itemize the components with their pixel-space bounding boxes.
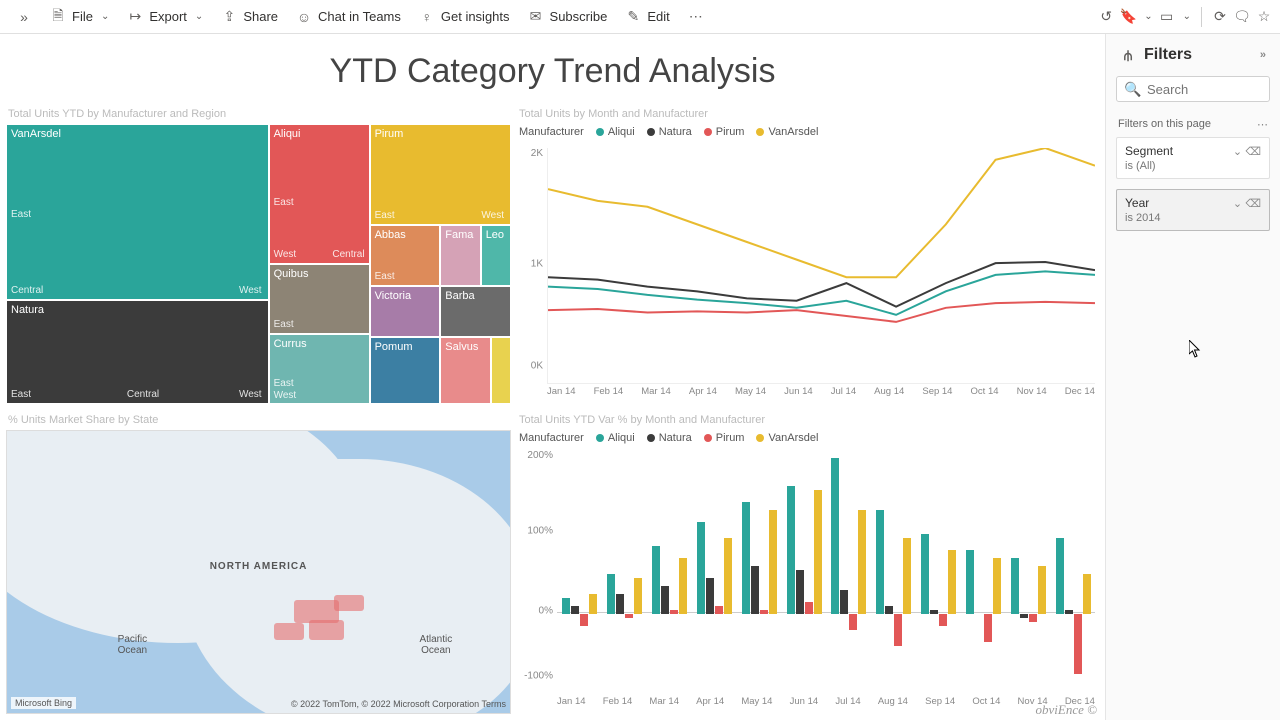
tm-barba[interactable]: Barba [440,286,511,336]
tm-vanarsdel[interactable]: VanArsdel East Central West [6,124,269,300]
filters-section-label: Filters on this page [1118,118,1211,131]
visual-title: Total Units YTD Var % by Month and Manuf… [517,410,1099,430]
report-canvas: YTD Category Trend Analysis Total Units … [0,34,1105,720]
report-title: YTD Category Trend Analysis [0,34,1105,97]
share-icon: ⇪ [221,9,237,25]
tm-currus[interactable]: Currus East West [269,334,370,404]
chevron-right-icon: » [16,9,32,25]
view-icon[interactable]: ▭ [1159,9,1175,25]
filter-card-segment[interactable]: Segment ⌄ ⌫ is (All) [1116,137,1270,179]
teams-icon: ☺ [296,9,312,25]
file-icon: 🗎 [50,9,66,25]
tm-salvus[interactable]: Salvus [440,337,491,404]
mail-icon: ✉ [528,9,544,25]
tm-abbas[interactable]: Abbas East [370,225,441,287]
ellipsis-icon[interactable]: ⋯ [1257,118,1268,131]
continent-label: NORTH AMERICA [210,561,308,572]
tm-other[interactable] [491,337,511,404]
subscribe-button[interactable]: ✉Subscribe [520,5,616,29]
clear-filter-icon[interactable]: ⌫ [1245,198,1261,210]
brand-footer: obviEnce © [1036,702,1098,718]
map-copyright: © 2022 TomTom, © 2022 Microsoft Corporat… [291,699,506,709]
filter-icon: ⫛ [1120,47,1136,63]
clear-filter-icon[interactable]: ⌫ [1245,146,1261,158]
filters-title: Filters [1144,46,1192,64]
chevron-down-icon: ⌄ [1144,11,1152,22]
filters-pane: ⫛ Filters » 🔍 Filters on this page ⋯ Seg… [1105,34,1280,720]
export-icon: ↦ [127,9,143,25]
line-chart-visual[interactable]: Total Units by Month and Manufacturer Ma… [517,104,1099,404]
chat-teams-button[interactable]: ☺Chat in Teams [288,5,409,29]
edit-button[interactable]: ✎Edit [617,5,677,29]
tm-aliqui[interactable]: Aliqui East West Central [269,124,370,264]
bing-attribution: Microsoft Bing [11,697,76,709]
visual-title: % Units Market Share by State [6,410,511,430]
visual-title: Total Units YTD by Manufacturer and Regi… [6,104,511,124]
bookmark-icon[interactable]: 🔖 [1120,9,1136,25]
export-menu[interactable]: ↦Export⌄ [119,5,211,29]
collapse-pane-icon[interactable]: » [1260,49,1266,61]
chevron-down-icon: ⌄ [101,11,109,22]
bar-chart-visual[interactable]: Total Units YTD Var % by Month and Manuf… [517,410,1099,714]
pencil-icon: ✎ [625,9,641,25]
bulb-icon: ♀ [419,9,435,25]
back-button[interactable]: » [8,5,40,29]
tm-fama[interactable]: Fama [440,225,480,287]
chevron-down-icon[interactable]: ⌄ [1233,198,1242,210]
tm-pomum[interactable]: Pomum [370,337,441,404]
share-button[interactable]: ⇪Share [213,5,286,29]
tm-pirum[interactable]: Pirum East West [370,124,511,225]
get-insights-button[interactable]: ♀Get insights [411,5,518,29]
more-button[interactable]: ⋯ [680,5,712,29]
tm-victoria[interactable]: Victoria [370,286,441,336]
ocean-label: Atlantic Ocean [419,634,452,656]
filter-card-year[interactable]: Year ⌄ ⌫ is 2014 [1116,189,1270,231]
tm-natura[interactable]: Natura East Central West [6,300,269,404]
search-icon: 🔍 [1125,81,1141,97]
visual-title: Total Units by Month and Manufacturer [517,104,1099,124]
chevron-down-icon[interactable]: ⌄ [1233,146,1242,158]
file-menu[interactable]: 🗎File⌄ [42,5,117,29]
filters-search[interactable]: 🔍 [1116,76,1270,102]
treemap-visual[interactable]: Total Units YTD by Manufacturer and Regi… [6,104,511,404]
comment-icon[interactable]: 🗨 [1234,9,1250,25]
refresh-icon[interactable]: ⟳ [1212,9,1228,25]
ellipsis-icon: ⋯ [688,9,704,25]
chevron-down-icon: ⌄ [195,11,203,22]
search-input[interactable] [1147,82,1261,97]
legend: Manufacturer Aliqui Natura Pirum VanArsd… [517,430,1099,450]
app-toolbar: » 🗎File⌄ ↦Export⌄ ⇪Share ☺Chat in Teams … [0,0,1280,34]
legend: Manufacturer Aliqui Natura Pirum VanArsd… [517,124,1099,144]
reset-icon[interactable]: ↺ [1098,9,1114,25]
star-icon[interactable]: ☆ [1256,9,1272,25]
ocean-label: Pacific Ocean [118,634,147,656]
map-visual[interactable]: % Units Market Share by State NORTH AMER… [6,410,511,714]
tm-leo[interactable]: Leo [481,225,511,287]
chevron-down-icon: ⌄ [1183,11,1191,22]
tm-quibus[interactable]: Quibus East [269,264,370,334]
